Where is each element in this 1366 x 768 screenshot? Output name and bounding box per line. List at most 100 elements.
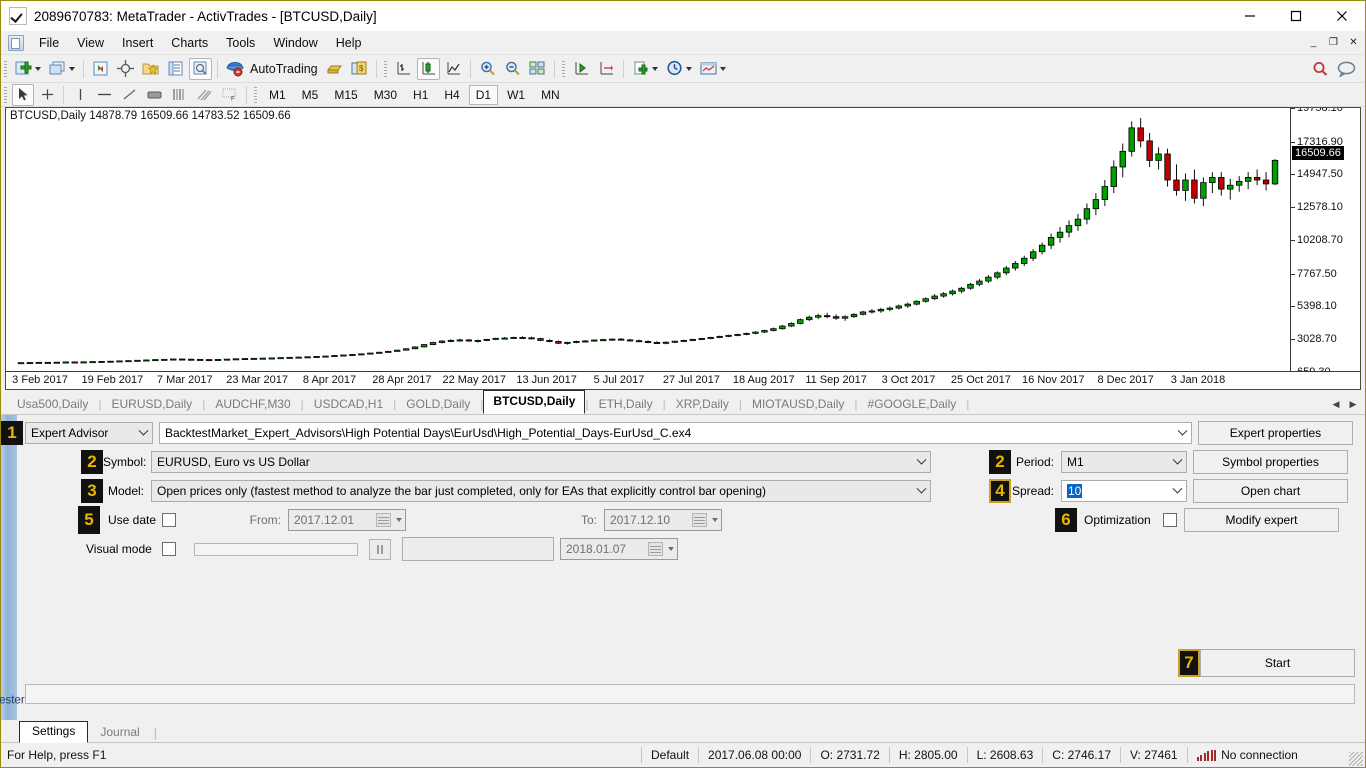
calendar-icon[interactable] [648,542,663,556]
pause-button[interactable] [369,539,391,560]
calendar-icon[interactable] [692,513,707,527]
chevron-down-icon[interactable] [913,488,930,495]
timeframe-m1[interactable]: M1 [262,85,293,105]
chevron-down-icon[interactable] [135,430,152,437]
chevron-down-icon[interactable] [1169,459,1186,466]
timeframe-h4[interactable]: H4 [437,85,466,105]
status-profile[interactable]: Default [641,747,698,763]
menu-item-view[interactable]: View [68,33,113,53]
period-select[interactable]: M1 [1061,451,1187,473]
chart-plot-area[interactable] [6,108,1290,371]
chart-tab-usdcad-h1[interactable]: USDCAD,H1 [304,393,393,415]
modify-expert-button[interactable]: Modify expert [1184,508,1339,532]
menu-item-window[interactable]: Window [264,33,326,53]
toolbar-grip[interactable] [254,87,257,103]
visual-mode-speed-slider[interactable] [194,543,358,556]
chart-window-icon[interactable] [46,58,78,80]
autotrading-icon[interactable] [223,58,247,80]
help-icon[interactable] [1334,58,1360,80]
terminal-icon[interactable] [189,58,212,80]
open-chart-button[interactable]: Open chart [1193,479,1348,503]
crosshair-icon[interactable] [36,84,58,106]
chevron-down-icon[interactable] [652,67,658,71]
line-chart-icon[interactable] [442,58,465,80]
chevron-down-icon[interactable] [720,67,726,71]
bar-chart-icon[interactable] [392,58,415,80]
menu-item-file[interactable]: File [30,33,68,53]
periodicity-icon[interactable] [663,58,695,80]
chart-tab-audchf-m30[interactable]: AUDCHF,M30 [205,393,300,415]
chevron-down-icon[interactable] [1174,430,1191,437]
menu-item-charts[interactable]: Charts [162,33,217,53]
new-template-icon[interactable] [629,58,661,80]
trendline-icon[interactable] [118,84,141,106]
model-select[interactable]: Open prices only (fastest method to anal… [151,480,931,502]
mdi-restore-icon[interactable]: ❐ [1324,34,1343,51]
expert-path-select[interactable]: BacktestMarket_Expert_Advisors\High Pote… [159,422,1192,444]
chart-tab-gold-daily[interactable]: GOLD,Daily [396,393,480,415]
chevron-down-icon[interactable] [393,518,405,522]
optimization-checkbox[interactable] [1163,513,1177,527]
chevron-down-icon[interactable] [35,67,41,71]
zoom-in-icon[interactable] [476,58,499,80]
cursor-icon[interactable] [12,84,34,106]
timeframe-m15[interactable]: M15 [327,85,364,105]
horizontal-line-icon[interactable] [93,84,116,106]
candlestick-chart-icon[interactable] [417,58,440,80]
chevron-down-icon[interactable] [913,459,930,466]
time-axis[interactable]: 3 Feb 201719 Feb 20177 Mar 201723 Mar 20… [6,371,1360,389]
timeframe-h1[interactable]: H1 [406,85,435,105]
chevron-down-icon[interactable] [69,67,75,71]
maximize-icon[interactable] [1273,1,1319,31]
vertical-line-icon[interactable] [69,84,91,106]
timeframe-mn[interactable]: MN [534,85,567,105]
chart-tab-google-daily[interactable]: #GOOGLE,Daily [858,393,967,415]
zoom-out-icon[interactable] [501,58,524,80]
chevron-down-icon[interactable] [709,518,721,522]
tab-journal[interactable]: Journal [88,723,151,742]
timeframe-w1[interactable]: W1 [500,85,532,105]
menu-item-tools[interactable]: Tools [217,33,264,53]
from-date-input[interactable]: 2017.12.01 [288,509,406,531]
tile-windows-icon[interactable] [526,58,549,80]
chevron-down-icon[interactable] [665,547,677,551]
navigator-icon[interactable] [164,58,187,80]
menu-item-insert[interactable]: Insert [113,33,162,53]
timeframe-m5[interactable]: M5 [295,85,326,105]
skip-to-date-input[interactable]: 2018.01.07 [560,538,678,560]
mdi-minimize-icon[interactable]: _ [1304,34,1323,51]
expert-type-select[interactable]: Expert Advisor [25,422,153,444]
tab-settings[interactable]: Settings [19,721,88,743]
rectangle-icon[interactable] [143,84,166,106]
chevron-down-icon[interactable] [686,67,692,71]
crosshair-icon[interactable] [114,58,137,80]
skip-to-button[interactable] [402,537,554,561]
calendar-icon[interactable] [376,513,391,527]
chart-tab-miotausd-daily[interactable]: MIOTAUSD,Daily [742,393,854,415]
use-date-checkbox[interactable] [162,513,176,527]
indicators-icon[interactable] [697,58,729,80]
equidistant-channel-icon[interactable] [193,84,216,106]
price-axis[interactable]: 19758.1017316.9014947.5012578.1010208.70… [1290,108,1360,371]
visual-mode-checkbox[interactable] [162,542,176,556]
text-label-icon[interactable]: F [218,84,241,106]
start-button[interactable]: Start [1200,649,1355,677]
toolbar-grip[interactable] [384,61,387,77]
symbol-select[interactable]: EURUSD, Euro vs US Dollar [151,451,931,473]
mdi-close-icon[interactable]: ✕ [1344,34,1363,51]
autotrading-label[interactable]: AutoTrading [248,62,322,76]
chart-tab-eurusd-daily[interactable]: EURUSD,Daily [102,393,203,415]
gold-bar-icon[interactable] [323,58,346,80]
menu-item-help[interactable]: Help [327,33,371,53]
toolbar-grip[interactable] [4,87,7,103]
tab-scroll-right-icon[interactable]: ▶ [1345,396,1361,412]
minimize-icon[interactable] [1227,1,1273,31]
timeframe-m30[interactable]: M30 [367,85,404,105]
chart-canvas[interactable]: BTCUSD,Daily 14878.79 16509.66 14783.52 … [5,107,1361,390]
resize-grip[interactable] [1349,752,1363,766]
chart-tab-eth-daily[interactable]: ETH,Daily [589,393,663,415]
chart-tab-usa500-daily[interactable]: Usa500,Daily [7,393,98,415]
autoscroll-icon[interactable] [595,58,618,80]
symbol-properties-button[interactable]: Symbol properties [1193,450,1348,474]
spread-select[interactable]: 10 [1061,480,1187,502]
